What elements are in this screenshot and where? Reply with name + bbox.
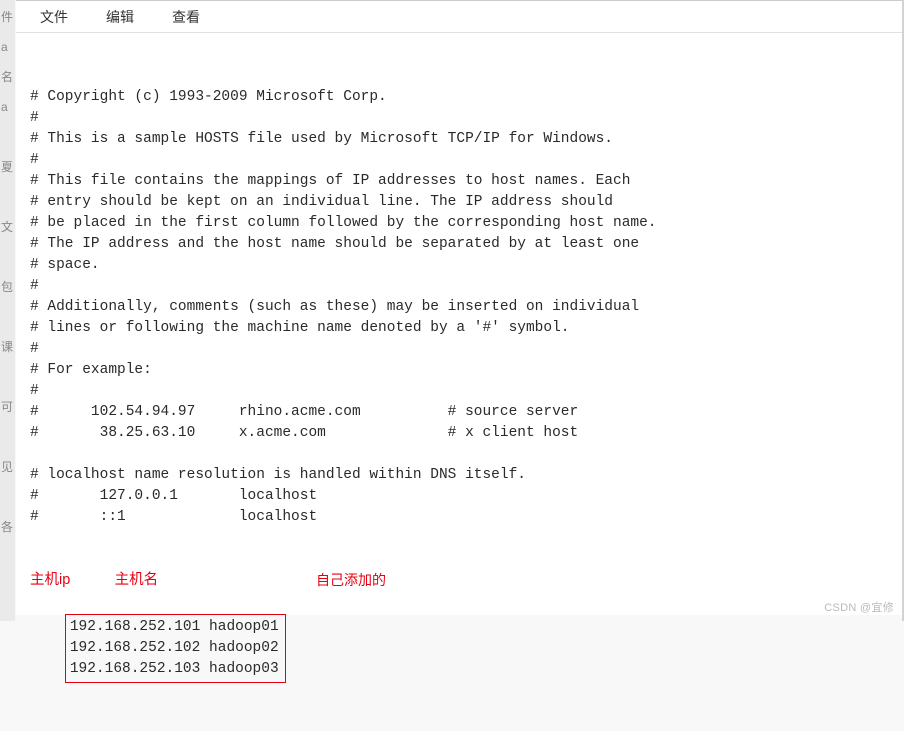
menu-edit[interactable]: 编辑: [98, 3, 142, 31]
column-labels: 主机ip 主机名: [30, 570, 892, 591]
hosts-file-text: # Copyright (c) 1993-2009 Microsoft Corp…: [30, 87, 892, 528]
added-entries-box: 192.168.252.101 hadoop01 192.168.252.102…: [65, 614, 286, 683]
menu-file[interactable]: 文件: [32, 3, 76, 31]
csdn-watermark: CSDN @宜修: [824, 599, 894, 615]
menu-view[interactable]: 查看: [164, 3, 208, 31]
background-sidebar: 件a名a夏文包课可见各: [0, 0, 15, 621]
editor-window: 文件 编辑 查看 # Copyright (c) 1993-2009 Micro…: [16, 0, 902, 615]
host-name-label: 主机名: [115, 572, 159, 588]
self-added-note: 自己添加的: [316, 570, 386, 591]
text-editor-content[interactable]: # Copyright (c) 1993-2009 Microsoft Corp…: [16, 33, 902, 731]
host-ip-label: 主机ip: [30, 572, 70, 588]
menubar: 文件 编辑 查看: [16, 1, 902, 33]
